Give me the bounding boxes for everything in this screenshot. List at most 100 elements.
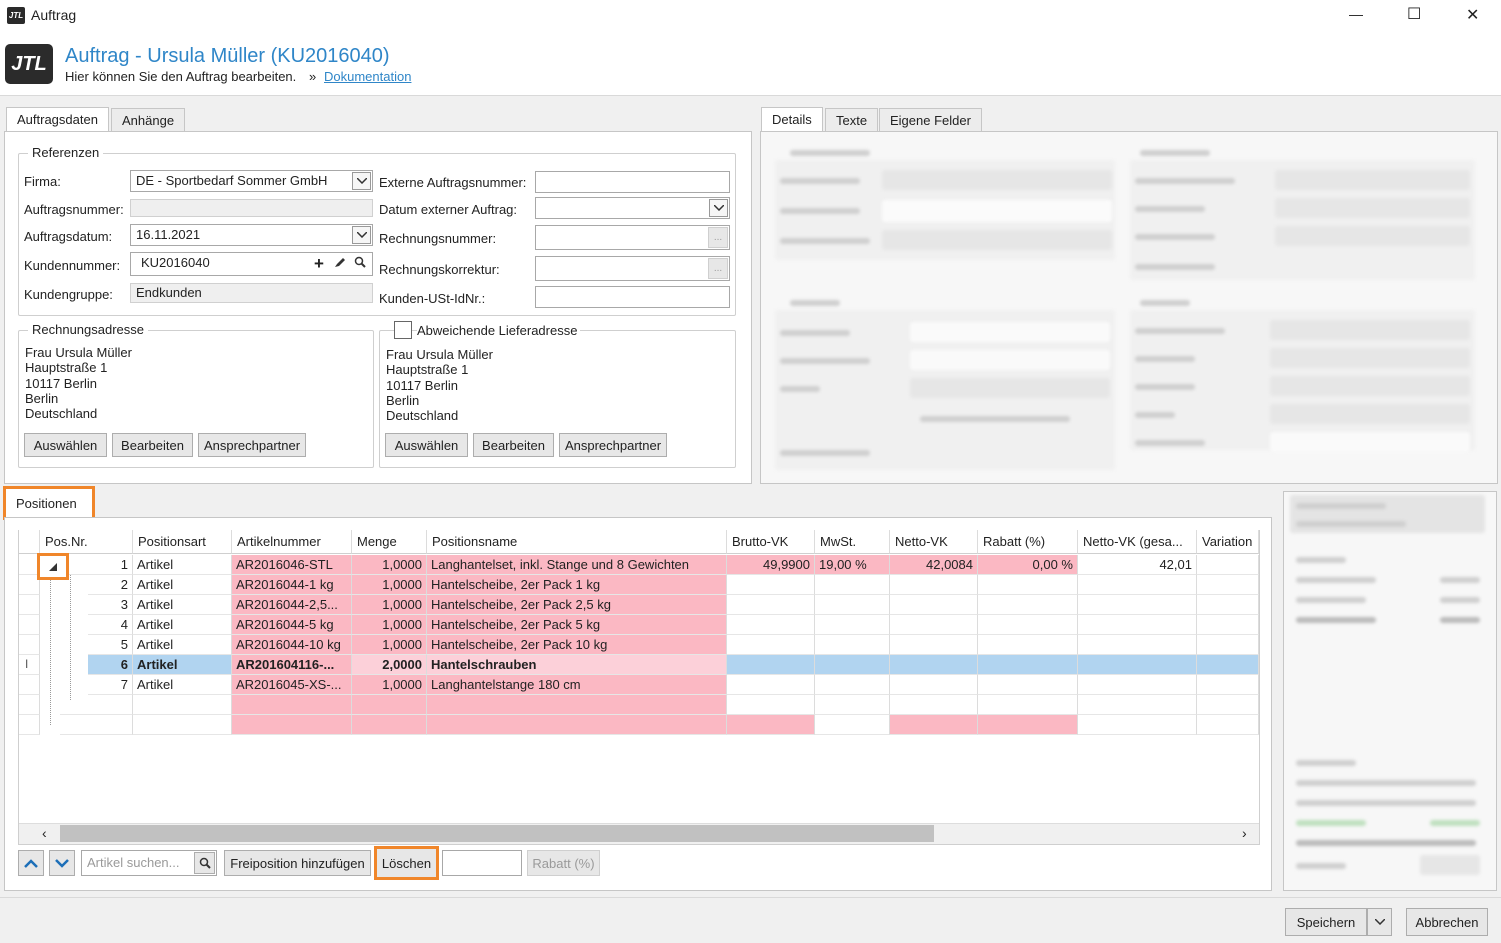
cell-rabatt[interactable] [978,675,1078,695]
lieferadresse-checkbox[interactable] [394,321,412,339]
cell-nr[interactable]: 7 [88,675,133,695]
cell-art[interactable]: Artikel [133,595,232,615]
close-icon[interactable]: ✕ [1466,5,1479,25]
cell-art[interactable]: Artikel [133,555,232,575]
cell-ind[interactable] [19,675,40,695]
cell-nr[interactable]: 3 [88,595,133,615]
rechnung-ansprechpartner-button[interactable]: Ansprechpartner [198,433,306,457]
cell-netto[interactable] [890,655,978,675]
cell-netto[interactable] [890,595,978,615]
liefer-bearbeiten-button[interactable]: Bearbeiten [473,433,554,457]
move-down-button[interactable] [49,850,75,876]
ustid-input[interactable] [535,286,730,308]
cell-name[interactable]: Hantelscheibe, 2er Pack 10 kg [427,635,727,655]
minimize-icon[interactable]: — [1349,6,1363,22]
cell-empty[interactable] [978,715,1078,735]
cell-mwst[interactable] [815,675,890,695]
cell-menge[interactable]: 1,0000 [352,675,427,695]
search-icon[interactable] [350,254,370,274]
cell-mwst[interactable] [815,635,890,655]
cell-brutto[interactable] [727,575,815,595]
cell-var[interactable] [1197,555,1259,575]
search-icon[interactable] [194,852,215,874]
tab-eigene-felder[interactable]: Eigene Felder [879,108,982,132]
chevron-down-icon[interactable] [709,199,728,217]
cell-artnr[interactable]: AR201604116-... [232,655,352,675]
freiposition-button[interactable]: Freiposition hinzufügen [224,850,371,876]
scroll-right-icon[interactable]: › [1242,825,1256,841]
cell-empty[interactable] [133,715,232,735]
cell-ind[interactable] [19,595,40,615]
cell-nettoges[interactable] [1078,635,1197,655]
col-variation[interactable]: Variation [1197,530,1259,554]
cell-art[interactable]: Artikel [133,675,232,695]
cell-rabatt[interactable] [978,615,1078,635]
rechnungskorrektur-browse-button[interactable]: ... [708,258,728,279]
cell-netto[interactable] [890,615,978,635]
tab-details[interactable]: Details [761,107,823,132]
col-netto-vk-gesamt[interactable]: Netto-VK (gesa... [1078,530,1197,554]
add-icon[interactable]: + [309,254,329,274]
liefer-ansprechpartner-button[interactable]: Ansprechpartner [559,433,667,457]
expand-toggle-icon[interactable] [37,553,69,580]
datum-ext-auftrag-picker[interactable] [535,197,730,219]
cell-empty[interactable] [352,715,427,735]
move-up-button[interactable] [18,850,44,876]
cell-empty[interactable] [352,695,427,715]
cell-var[interactable] [1197,595,1259,615]
cell-art[interactable]: Artikel [133,575,232,595]
cell-name[interactable]: Langhantelset, inkl. Stange und 8 Gewich… [427,555,727,575]
cell-brutto[interactable] [727,655,815,675]
speichern-button[interactable]: Speichern [1285,908,1367,936]
cell-empty[interactable] [60,715,133,735]
cell-netto[interactable] [890,675,978,695]
cell-empty[interactable] [1078,715,1197,735]
col-netto-vk[interactable]: Netto-VK [890,530,978,554]
cell-empty[interactable] [19,715,40,735]
col-posnr[interactable]: Pos.Nr. [40,530,133,554]
cell-nr[interactable]: 6 [88,655,133,675]
cell-nettoges[interactable] [1078,595,1197,615]
cell-name[interactable]: Hantelscheibe, 2er Pack 1 kg [427,575,727,595]
cell-mwst[interactable] [815,595,890,615]
cell-mwst[interactable] [815,615,890,635]
cell-rabatt[interactable] [978,575,1078,595]
cell-mwst[interactable] [815,575,890,595]
cell-nettoges[interactable]: 42,01 [1078,555,1197,575]
cell-ind[interactable] [19,575,40,595]
cell-brutto[interactable]: 49,9900 [727,555,815,575]
cell-art[interactable]: Artikel [133,615,232,635]
cell-artnr[interactable]: AR2016044-2,5... [232,595,352,615]
rechnungsnummer-input[interactable]: ... [535,225,730,250]
cell-var[interactable] [1197,655,1259,675]
cell-rabatt[interactable] [978,595,1078,615]
tab-anhaenge[interactable]: Anhänge [111,108,186,132]
cell-empty[interactable] [815,715,890,735]
ext-auftragsnummer-input[interactable] [535,171,730,193]
col-positionsart[interactable]: Positionsart [133,530,232,554]
rechnungskorrektur-input[interactable]: ... [535,256,730,281]
scroll-left-icon[interactable]: ‹ [42,825,56,841]
speichern-options-button[interactable] [1367,908,1392,936]
cell-menge[interactable]: 1,0000 [352,575,427,595]
cell-netto[interactable] [890,635,978,655]
cell-empty[interactable] [727,695,815,715]
cell-empty[interactable] [1197,715,1259,735]
cell-empty[interactable] [890,695,978,715]
cell-art[interactable]: Artikel [133,655,232,675]
liefer-auswaehlen-button[interactable]: Auswählen [385,433,468,457]
cell-empty[interactable] [19,695,40,715]
chevron-down-icon[interactable] [352,226,371,244]
cell-rabatt[interactable]: 0,00 % [978,555,1078,575]
cell-empty[interactable] [232,695,352,715]
cell-artnr[interactable]: AR2016044-5 kg [232,615,352,635]
cell-empty[interactable] [427,715,727,735]
cell-brutto[interactable] [727,615,815,635]
cell-nettoges[interactable] [1078,575,1197,595]
firma-select[interactable]: DE - Sportbedarf Sommer GmbH [130,170,373,192]
cell-nr[interactable]: 4 [88,615,133,635]
tab-positionen[interactable]: Positionen [3,486,95,520]
cell-empty[interactable] [133,695,232,715]
cell-empty[interactable] [427,695,727,715]
cell-menge[interactable]: 1,0000 [352,615,427,635]
